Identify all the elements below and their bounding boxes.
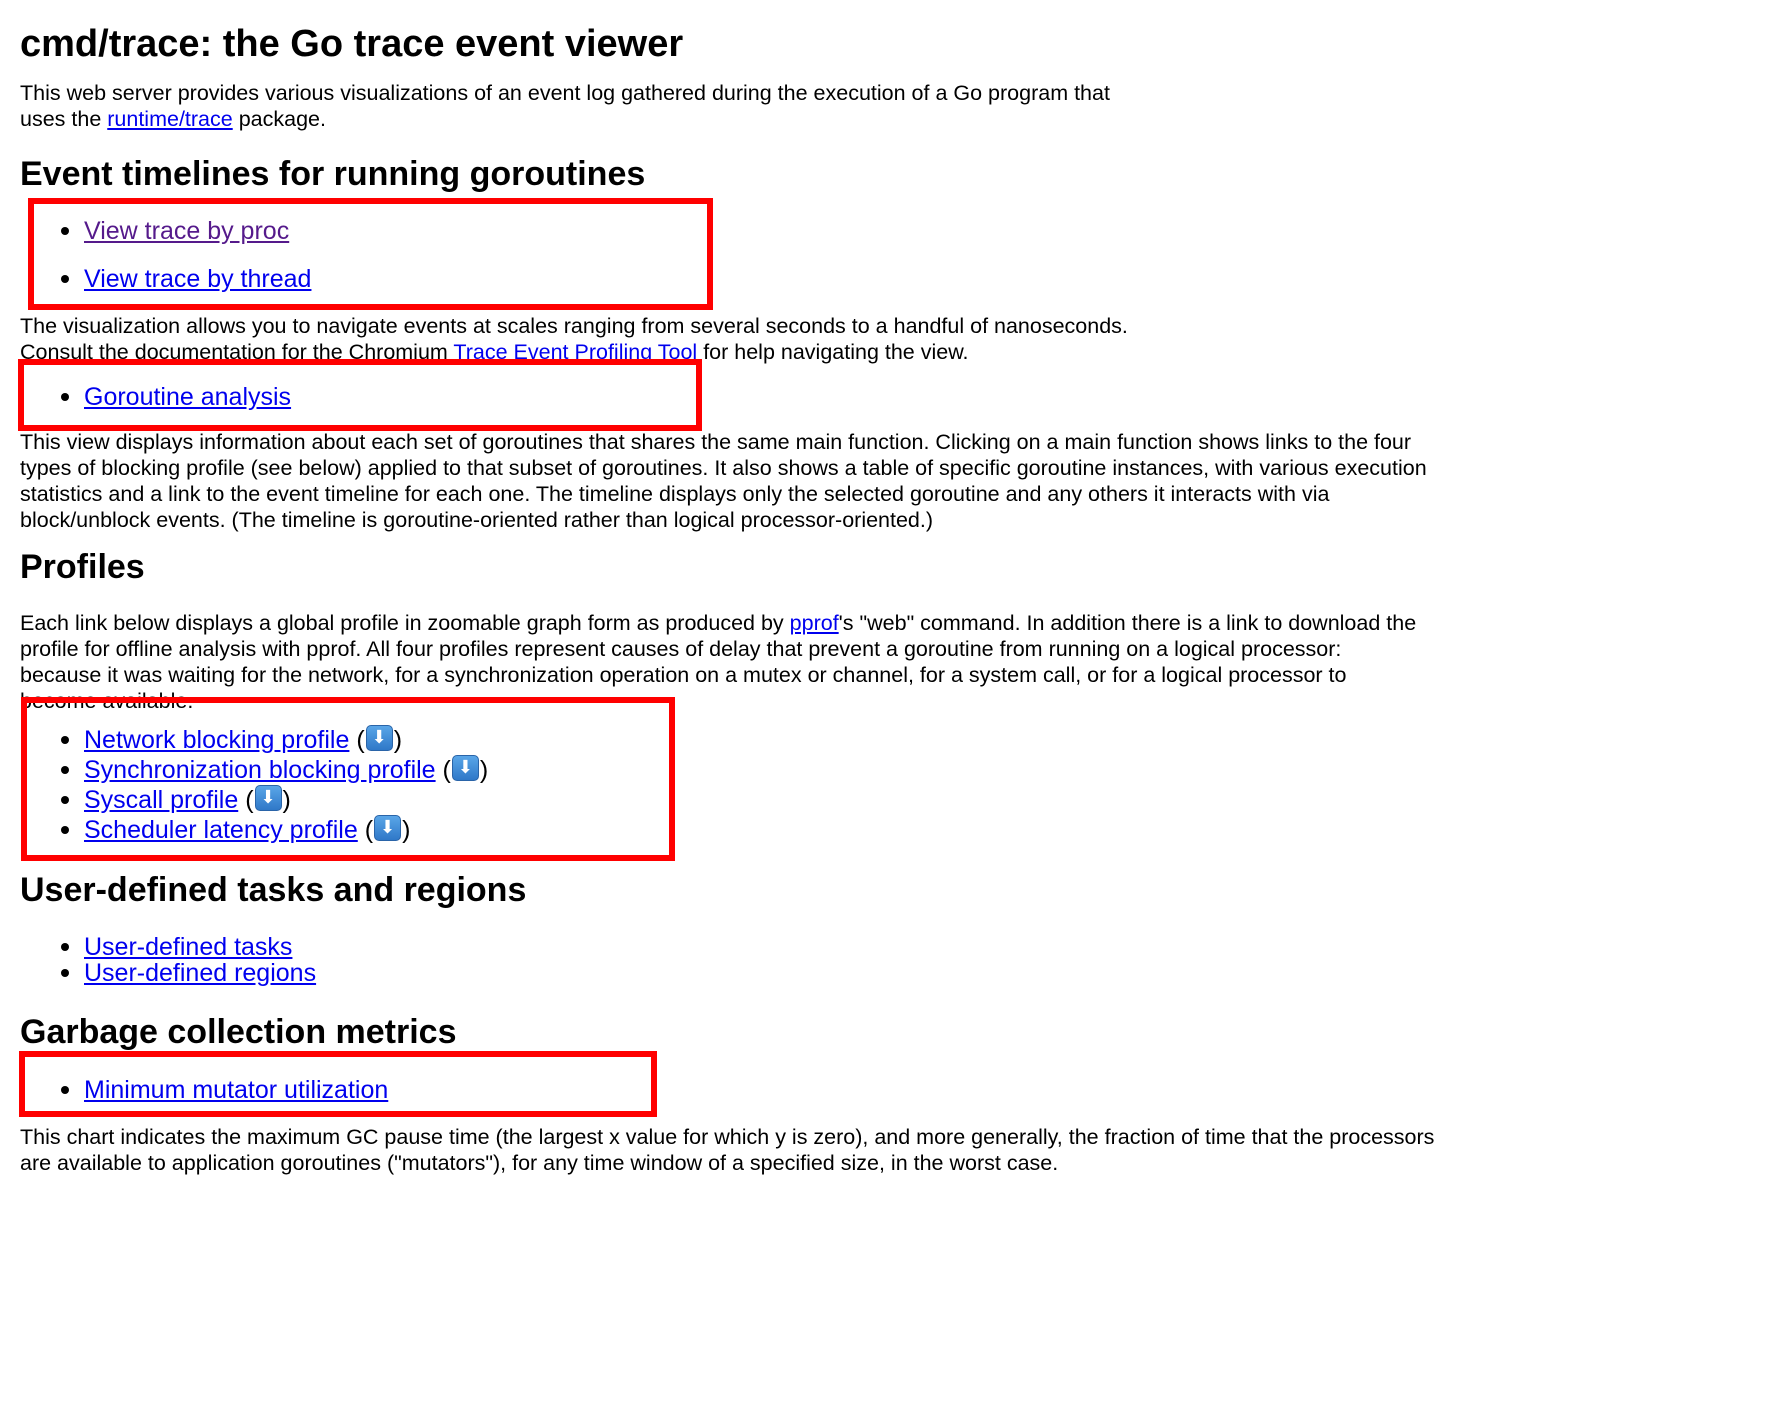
pprof-link[interactable]: pprof [790,611,839,635]
task-links-list: User-defined tasks User-defined regions [20,934,316,986]
heading-user-defined-tasks: User-defined tasks and regions [20,871,527,909]
intro-paragraph: This web server provides various visuali… [20,80,1140,132]
user-defined-tasks-link[interactable]: User-defined tasks [84,933,292,961]
highlight-box-goroutine [18,359,702,431]
user-defined-regions-link[interactable]: User-defined regions [84,959,316,987]
goroutine-description: This view displays information about eac… [20,430,1427,532]
list-item: User-defined tasks [20,934,316,960]
highlight-box-gc [19,1051,657,1117]
timelines-desc-after: for help navigating the view. [697,340,969,364]
page-title: cmd/trace: the Go trace event viewer [20,23,684,65]
heading-profiles: Profiles [20,548,145,586]
heading-garbage-collection: Garbage collection metrics [20,1013,457,1051]
highlight-box-timelines [28,198,713,310]
page-content: cmd/trace: the Go trace event viewer Thi… [20,0,1434,1175]
runtime-trace-link[interactable]: runtime/trace [107,107,232,131]
gc-description: This chart indicates the maximum GC paus… [20,1125,1435,1175]
intro-text-after: package. [232,107,326,131]
timelines-description: The visualization allows you to navigate… [20,313,1190,365]
highlight-box-profiles [21,697,675,861]
profiles-desc-before: Each link below displays a global profil… [20,611,790,635]
heading-event-timelines: Event timelines for running goroutines [20,155,646,193]
list-item: User-defined regions [20,960,316,986]
